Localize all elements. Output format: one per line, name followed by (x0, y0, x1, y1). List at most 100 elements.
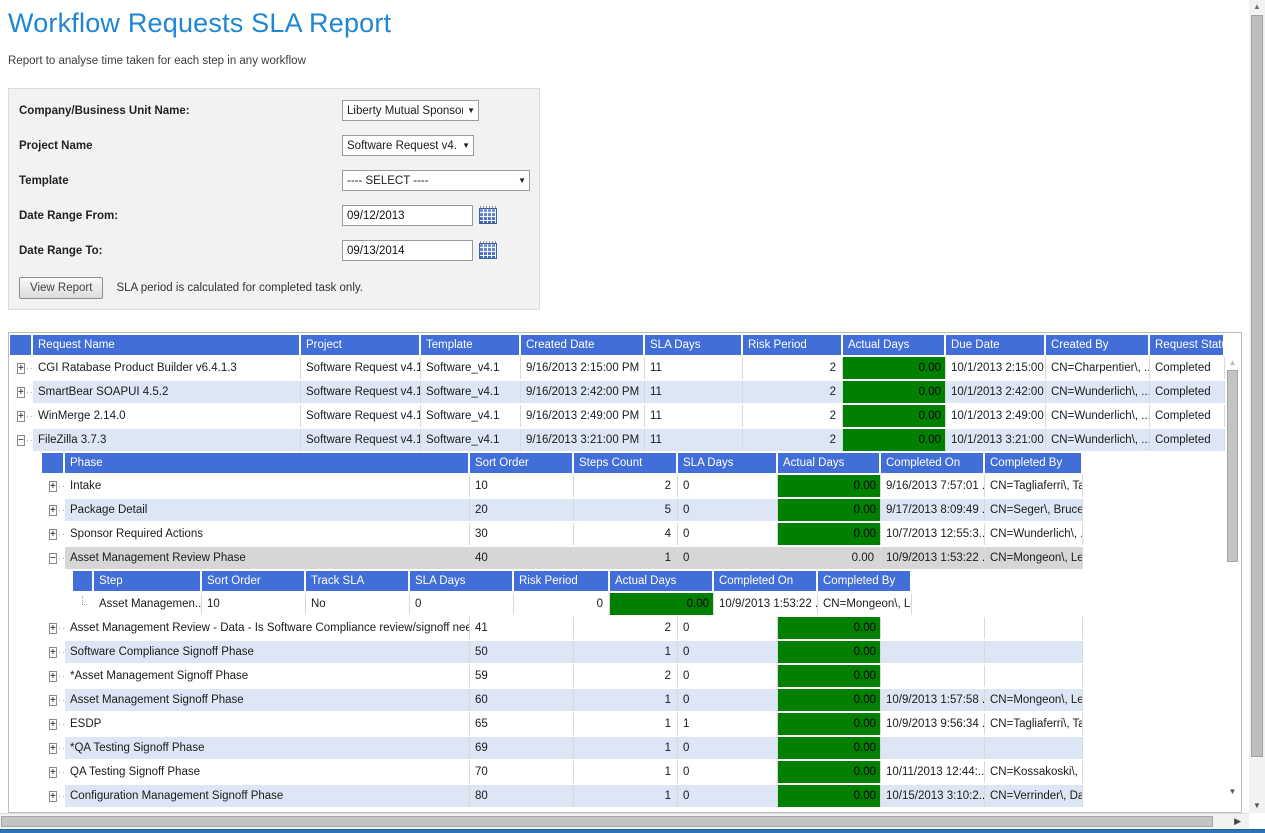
expand-toggle-icon[interactable]: + (49, 719, 57, 730)
expand-toggle-icon[interactable]: + (49, 647, 57, 658)
sort-order-cell: 60 (470, 689, 574, 711)
col-header-step: Step (94, 571, 202, 591)
risk-period-cell: 2 (743, 429, 843, 451)
company-select[interactable]: Liberty Mutual Sponsor ▼ (342, 100, 479, 121)
row-expander-cell (73, 593, 94, 615)
view-report-button[interactable]: View Report (19, 277, 103, 299)
company-select-value: Liberty Mutual Sponsor (347, 105, 463, 117)
date-to-input[interactable] (342, 240, 473, 261)
row-expander-cell: +···· (42, 499, 65, 521)
filter-panel: Company/Business Unit Name: Liberty Mutu… (8, 88, 540, 310)
template-label: Template (19, 175, 342, 187)
step-name-cell: Asset Managemen... (94, 593, 202, 615)
created-date-cell: 9/16/2013 3:21:00 PM (521, 429, 645, 451)
sort-order-cell: 10 (470, 475, 574, 497)
col-header-completed-by: Completed By (985, 453, 1083, 473)
actual-days-cell: 0.00 (778, 665, 881, 687)
completed-on-cell (881, 665, 985, 687)
row-expander-cell: +···· (42, 665, 65, 687)
scroll-right-icon[interactable]: ▶ (1234, 816, 1241, 827)
steps-count-cell: 5 (574, 499, 678, 521)
actual-days-cell: 0.00 (843, 357, 946, 379)
template-select[interactable]: ---- SELECT ---- ▼ (342, 170, 530, 191)
page-vertical-scrollbar[interactable]: ▲ ▼ (1249, 0, 1265, 813)
page-vscroll-thumb[interactable] (1251, 15, 1263, 757)
expand-toggle-icon[interactable]: + (17, 387, 25, 398)
sla-days-cell: 1 (678, 713, 778, 735)
col-header-completed-by: Completed By (818, 571, 912, 591)
track-sla-cell: No (306, 593, 410, 615)
completed-on-cell: 10/9/2013 1:53:22 ... (881, 547, 985, 569)
tree-dots: ···· (58, 523, 65, 545)
date-from-input[interactable] (342, 205, 473, 226)
phase-row: +····Software Compliance Signoff Phase50… (42, 641, 1241, 663)
scroll-up-icon[interactable]: ▲ (1225, 358, 1240, 367)
actual-days-cell: 0.00 (778, 713, 881, 735)
template-cell: Software_v4.1 (421, 405, 521, 427)
template-cell: Software_v4.1 (421, 381, 521, 403)
expand-toggle-icon[interactable]: + (17, 363, 25, 374)
tree-dots: ···· (26, 429, 33, 451)
sla-days-cell: 11 (645, 381, 743, 403)
expander-column-header (42, 453, 65, 473)
expand-toggle-icon[interactable]: + (49, 505, 57, 516)
step-table: Step Sort Order Track SLA SLA Days Risk … (73, 571, 1241, 615)
row-expander-cell: +···· (42, 737, 65, 759)
col-header-actual-days: Actual Days (843, 335, 946, 355)
actual-days-cell: 0.00 (778, 547, 881, 569)
project-select[interactable]: Software Request v4.1 ▼ (342, 135, 474, 156)
sla-days-cell: 0 (678, 499, 778, 521)
calendar-icon[interactable] (479, 208, 497, 224)
calendar-icon[interactable] (479, 243, 497, 259)
report-vscroll-thumb[interactable] (1227, 370, 1238, 562)
phase-row: +····ESDP65110.0010/9/2013 9:56:34 ...CN… (42, 713, 1241, 735)
sla-days-cell: 0 (678, 665, 778, 687)
scroll-down-icon[interactable]: ▼ (1249, 801, 1265, 810)
expand-toggle-icon[interactable]: + (49, 529, 57, 540)
expander-column-header (73, 571, 94, 591)
col-header-created-date: Created Date (521, 335, 645, 355)
request-table: Request Name Project Template Created Da… (10, 335, 1241, 451)
phase-name-cell: Package Detail (65, 499, 470, 521)
phase-name-cell: Sponsor Required Actions (65, 523, 470, 545)
collapse-toggle-icon[interactable]: − (49, 553, 57, 564)
completed-by-cell (985, 617, 1083, 639)
completed-by-cell: CN=Kossakoski\, I... (985, 761, 1083, 783)
scroll-down-icon[interactable]: ▼ (1225, 787, 1240, 796)
col-header-risk-period: Risk Period (514, 571, 610, 591)
scroll-up-icon[interactable]: ▲ (1249, 2, 1265, 11)
sla-days-cell: 0 (678, 737, 778, 759)
tree-dots: ···· (58, 499, 65, 521)
actual-days-cell: 0.00 (843, 405, 946, 427)
tree-dots: ···· (26, 381, 33, 403)
expand-toggle-icon[interactable]: + (49, 481, 57, 492)
expand-toggle-icon[interactable]: + (49, 767, 57, 778)
completed-on-cell: 10/9/2013 1:53:22 ... (714, 593, 818, 615)
page-horizontal-scrollbar[interactable]: ▶ (0, 813, 1249, 829)
phase-name-cell: Asset Management Signoff Phase (65, 689, 470, 711)
report-vertical-scrollbar[interactable]: ▲ ▼ (1225, 356, 1240, 812)
expand-toggle-icon[interactable]: + (49, 743, 57, 754)
row-expander-cell: +···· (42, 617, 65, 639)
collapse-toggle-icon[interactable]: − (17, 435, 25, 446)
steps-count-cell: 2 (574, 475, 678, 497)
request-table-rows: +····CGI Ratabase Product Builder v6.4.1… (10, 357, 1241, 451)
completed-by-cell (985, 665, 1083, 687)
expand-toggle-icon[interactable]: + (49, 623, 57, 634)
tree-dots: ···· (58, 547, 65, 569)
row-expander-cell: +···· (42, 523, 65, 545)
expand-toggle-icon[interactable]: + (49, 791, 57, 802)
expand-toggle-icon[interactable]: + (49, 671, 57, 682)
sla-days-cell: 0 (678, 689, 778, 711)
filter-row-date-to: Date Range To: (9, 233, 539, 268)
phase-table: Phase Sort Order Steps Count SLA Days Ac… (42, 453, 1241, 569)
due-date-cell: 10/1/2013 2:49:00 ... (946, 405, 1046, 427)
completed-on-cell (881, 737, 985, 759)
hscroll-thumb[interactable] (1, 816, 1213, 827)
expand-toggle-icon[interactable]: + (49, 695, 57, 706)
request-name-cell: CGI Ratabase Product Builder v6.4.1.3 (33, 357, 301, 379)
expand-toggle-icon[interactable]: + (17, 411, 25, 422)
date-to-label: Date Range To: (19, 245, 342, 257)
phase-name-cell: QA Testing Signoff Phase (65, 761, 470, 783)
phase-row: +····Configuration Management Signoff Ph… (42, 785, 1241, 807)
